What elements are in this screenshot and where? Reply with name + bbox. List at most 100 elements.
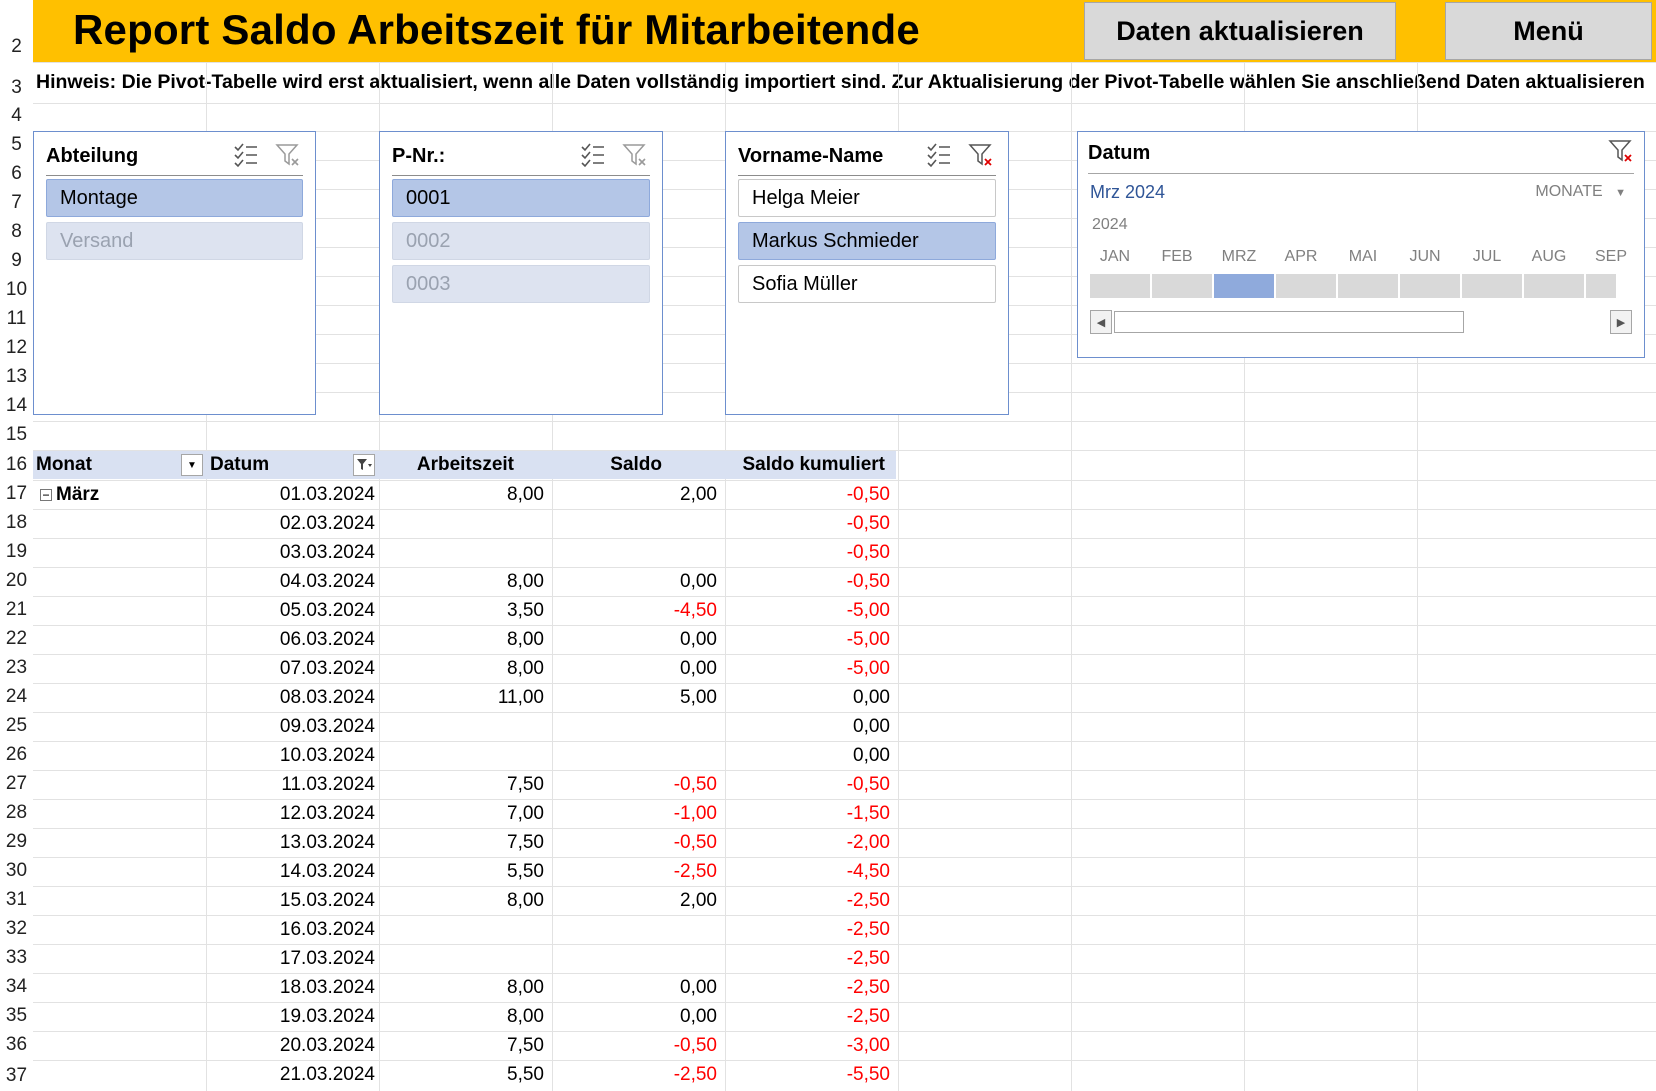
row-number: 22 bbox=[5, 628, 28, 649]
scroll-thumb[interactable] bbox=[1114, 311, 1464, 333]
cell-arbeitszeit: 7,50 bbox=[507, 1034, 544, 1056]
cell-saldo: 0,00 bbox=[680, 628, 717, 650]
timeline-level-dropdown[interactable]: MONATE ▼ bbox=[1535, 183, 1626, 201]
monat-filter-dropdown[interactable]: ▼ bbox=[181, 454, 203, 476]
row-number: 5 bbox=[11, 134, 22, 155]
clear-filter-icon[interactable] bbox=[275, 142, 301, 168]
cell-arbeitszeit bbox=[379, 944, 544, 973]
cell-arbeitszeit: 11,00 bbox=[497, 686, 544, 708]
row-number: 33 bbox=[5, 947, 28, 968]
slicer-title: P-Nr.: bbox=[392, 145, 446, 167]
slicer-pnr: P-Nr.: 0001 0002 0003 bbox=[379, 131, 663, 415]
clear-filter-icon[interactable] bbox=[622, 142, 648, 168]
timeline-month-tile[interactable] bbox=[1524, 274, 1584, 298]
cell-saldo: -4,50 bbox=[673, 599, 717, 621]
timeline-month-tile[interactable] bbox=[1338, 274, 1398, 298]
cell-saldo bbox=[552, 712, 717, 741]
cell-saldo-kumuliert: -0,50 bbox=[846, 512, 890, 534]
collapse-icon[interactable]: − bbox=[40, 488, 52, 501]
row-number: 12 bbox=[5, 337, 28, 358]
group-label: März bbox=[56, 483, 100, 505]
scroll-right-icon[interactable]: ▶ bbox=[1610, 310, 1632, 334]
cell-datum: 04.03.2024 bbox=[279, 570, 375, 592]
cell-datum: 07.03.2024 bbox=[279, 657, 375, 679]
slicer-header: Abteilung bbox=[46, 138, 303, 176]
timeline-month-tile[interactable] bbox=[1214, 274, 1274, 298]
cell-arbeitszeit bbox=[379, 509, 544, 538]
slicer-item[interactable]: Markus Schmieder bbox=[738, 222, 996, 260]
cell-arbeitszeit: 8,00 bbox=[507, 628, 544, 650]
slicer-item[interactable]: Montage bbox=[46, 179, 303, 217]
timeline-month-label: MAI bbox=[1348, 248, 1378, 265]
slicer-item[interactable]: Helga Meier bbox=[738, 179, 996, 217]
refresh-data-button[interactable]: Daten aktualisieren bbox=[1084, 2, 1396, 60]
slicer-item[interactable]: 0002 bbox=[392, 222, 650, 260]
cell-arbeitszeit bbox=[379, 915, 544, 944]
cell-saldo-kumuliert: -4,50 bbox=[846, 860, 890, 882]
row-number: 19 bbox=[5, 541, 28, 562]
row-number: 28 bbox=[5, 802, 28, 823]
cell-saldo: 5,00 bbox=[680, 686, 717, 708]
cell-arbeitszeit: 5,50 bbox=[507, 1063, 544, 1085]
row-number: 31 bbox=[5, 889, 28, 910]
scroll-left-icon[interactable]: ◀ bbox=[1090, 310, 1112, 334]
timeline-header: Datum bbox=[1088, 136, 1634, 174]
row-number: 2 bbox=[11, 36, 22, 57]
cell-saldo-kumuliert: -1,50 bbox=[846, 802, 890, 824]
slicer-title: Abteilung bbox=[46, 145, 139, 167]
cell-arbeitszeit: 3,50 bbox=[507, 599, 544, 621]
datum-filter-dropdown[interactable] bbox=[353, 454, 375, 476]
cell-datum: 14.03.2024 bbox=[279, 860, 375, 882]
row-number: 36 bbox=[5, 1034, 28, 1055]
timeline-month-tile[interactable] bbox=[1462, 274, 1522, 298]
pivot-group-maerz[interactable]: − März bbox=[40, 480, 99, 509]
timeline-month-tile[interactable] bbox=[1152, 274, 1212, 298]
row-number: 37 bbox=[5, 1065, 28, 1086]
cell-saldo bbox=[552, 538, 717, 567]
row-number: 18 bbox=[5, 512, 28, 533]
chevron-down-icon: ▼ bbox=[1615, 187, 1626, 199]
cell-datum: 02.03.2024 bbox=[279, 512, 375, 534]
gridline bbox=[33, 103, 1656, 104]
multi-select-icon[interactable] bbox=[926, 142, 952, 168]
timeline-month-tile[interactable] bbox=[1586, 274, 1616, 298]
clear-filter-icon[interactable] bbox=[968, 142, 994, 168]
row-number: 4 bbox=[11, 105, 22, 126]
slicer-item[interactable]: Versand bbox=[46, 222, 303, 260]
timeline-month-tile[interactable] bbox=[1090, 274, 1150, 298]
cell-saldo: -1,00 bbox=[673, 802, 717, 824]
slicer-header: Vorname-Name bbox=[738, 138, 996, 176]
cell-arbeitszeit: 8,00 bbox=[507, 976, 544, 998]
cell-saldo-kumuliert: -2,50 bbox=[846, 918, 890, 940]
timeline-month-tile[interactable] bbox=[1276, 274, 1336, 298]
gridline bbox=[33, 421, 1656, 422]
slicer-item[interactable]: 0003 bbox=[392, 265, 650, 303]
row-number: 25 bbox=[5, 715, 28, 736]
cell-datum: 11.03.2024 bbox=[281, 773, 375, 795]
slicer-item[interactable]: 0001 bbox=[392, 179, 650, 217]
timeline-month-label: AUG bbox=[1531, 248, 1567, 265]
cell-saldo: -0,50 bbox=[673, 831, 717, 853]
timeline-month-tile[interactable] bbox=[1400, 274, 1460, 298]
cell-arbeitszeit bbox=[379, 712, 544, 741]
cell-saldo-kumuliert: -2,50 bbox=[846, 889, 890, 911]
cell-saldo bbox=[552, 741, 717, 770]
cell-datum: 06.03.2024 bbox=[279, 628, 375, 650]
cell-saldo: -2,50 bbox=[673, 860, 717, 882]
menu-button[interactable]: Menü bbox=[1445, 2, 1652, 60]
slicer-item[interactable]: Sofia Müller bbox=[738, 265, 996, 303]
multi-select-icon[interactable] bbox=[580, 142, 606, 168]
clear-filter-icon[interactable] bbox=[1608, 138, 1634, 164]
row-number: 7 bbox=[11, 192, 22, 213]
timeline-month-label: APR bbox=[1284, 248, 1318, 265]
multi-select-icon[interactable] bbox=[233, 142, 259, 168]
spreadsheet: Report Saldo Arbeitszeit für Mitarbeiten… bbox=[0, 0, 1656, 1091]
row-number: 15 bbox=[5, 424, 28, 445]
cell-saldo-kumuliert: -2,50 bbox=[846, 947, 890, 969]
cell-datum: 16.03.2024 bbox=[279, 918, 375, 940]
row-number: 29 bbox=[5, 831, 28, 852]
slicer-abteilung: Abteilung Montage Versand bbox=[33, 131, 316, 415]
timeline-scrollbar[interactable]: ◀ ▶ bbox=[1090, 310, 1632, 334]
row-number: 35 bbox=[5, 1005, 28, 1026]
row-number: 14 bbox=[5, 395, 28, 416]
